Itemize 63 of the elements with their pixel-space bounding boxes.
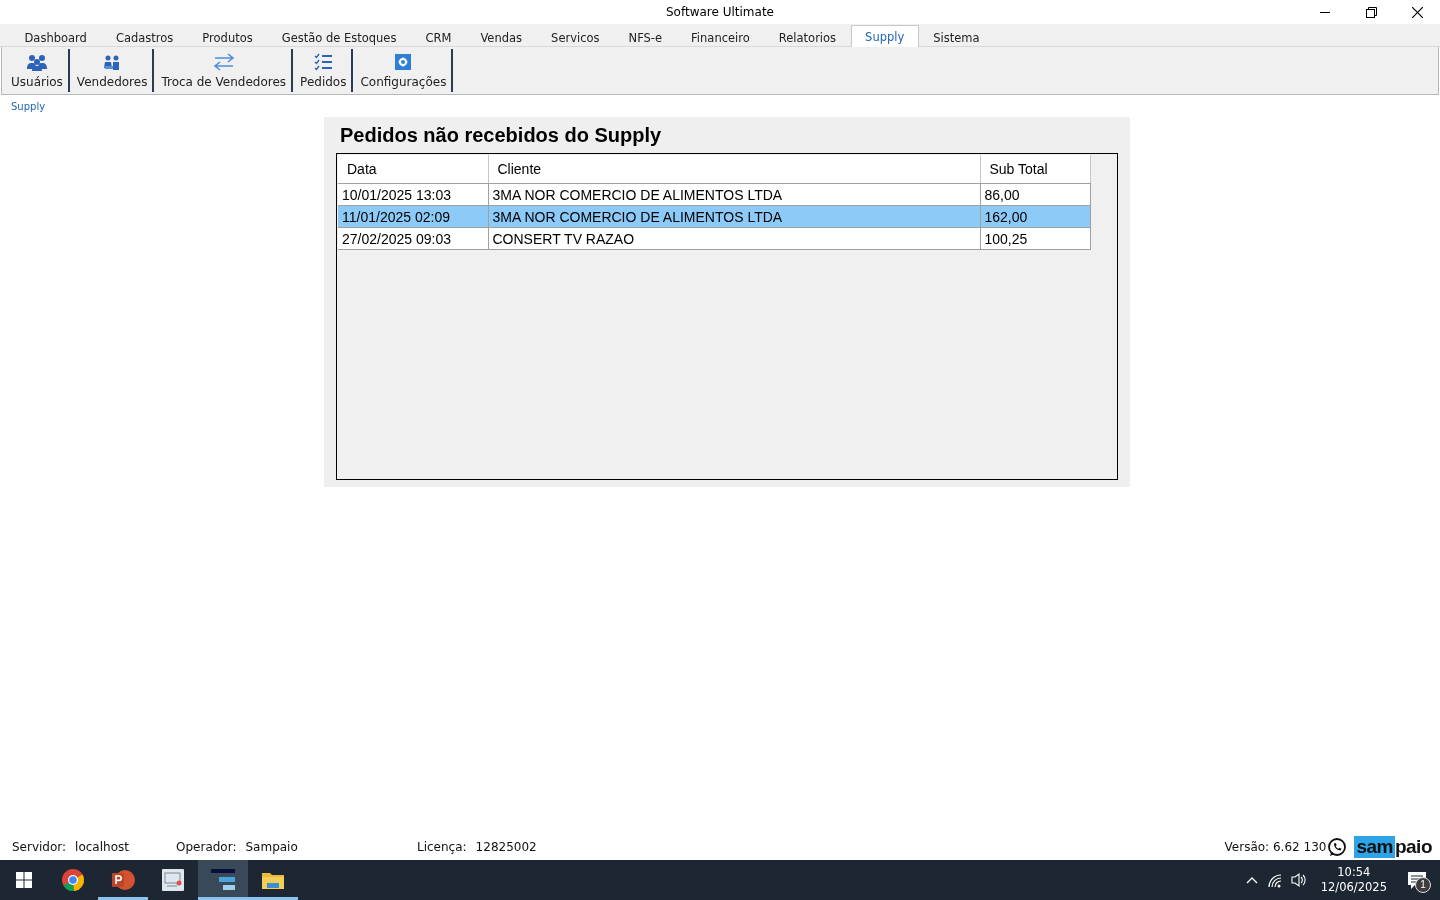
toolbar-button[interactable]: Troca de Vendedores [156, 49, 294, 92]
status-value: Sampaio [245, 840, 298, 854]
column-header[interactable]: Sub Total [980, 155, 1090, 184]
windows-icon [16, 872, 32, 888]
status-label: Licença: [417, 840, 467, 854]
toolbar-button[interactable]: Usuários [6, 49, 70, 92]
table-cell: 86,00 [980, 183, 1090, 206]
clock-time[interactable]: 10:54 [1337, 865, 1371, 880]
window-title: Software Ultimate [666, 5, 774, 19]
table-cell: 11/01/2025 02:09 [338, 205, 488, 228]
tab[interactable]: NFS-e [614, 27, 677, 47]
table-row[interactable]: 27/02/2025 09:03 CONSERT TV RAZAO 100,25 [338, 227, 1090, 250]
browser-icon [61, 868, 85, 892]
brand-logo: sampaio [1354, 836, 1432, 858]
table-cell: 10/01/2025 13:03 [338, 183, 488, 206]
speaker-icon [1290, 872, 1306, 888]
column-header[interactable]: Data [338, 155, 488, 184]
chevron-up-icon [1245, 876, 1258, 884]
column-header[interactable]: Cliente [488, 155, 980, 184]
table-cell: 100,25 [980, 227, 1090, 250]
table-row[interactable]: 10/01/2025 13:03 3MA NOR COMERCIO DE ALIMENTOS LTDA 86,00 [338, 183, 1090, 206]
swap-arrows-icon [212, 52, 235, 71]
tab[interactable]: Dashboard [10, 27, 102, 47]
table-cell: CONSERT TV RAZAO [488, 227, 980, 250]
taskbar-button[interactable] [198, 860, 248, 900]
close-icon [1411, 6, 1423, 18]
notification-button[interactable]: 1 [1402, 865, 1432, 895]
tab[interactable]: Gestão de Estoques [267, 27, 411, 47]
presentation-icon [111, 868, 135, 892]
wifi-icon [1266, 872, 1282, 888]
table-cell: 3MA NOR COMERCIO DE ALIMENTOS LTDA [488, 205, 980, 228]
tab[interactable]: Vendas [465, 27, 537, 47]
clock-date[interactable]: 12/06/2025 [1320, 880, 1387, 895]
checklist-icon [313, 53, 333, 71]
stacked-bars-icon [211, 868, 235, 892]
status-value: 12825002 [475, 840, 537, 854]
settings-icon [394, 53, 413, 71]
version-text: Versão: 6.62 130 [1224, 840, 1327, 854]
tab[interactable]: CRM [410, 27, 466, 47]
status-value: localhost [75, 840, 129, 854]
status-label: Servidor: [12, 840, 67, 854]
person-pair-icon [103, 54, 122, 71]
toolbar-button[interactable]: Vendedores [71, 49, 155, 92]
table-cell: 27/02/2025 09:03 [338, 227, 488, 250]
toolbar-button[interactable]: Configurações [355, 49, 454, 92]
table-row[interactable]: 11/01/2025 02:09 3MA NOR COMERCIO DE ALIMENTOS LTDA 162,00 [338, 205, 1090, 228]
table-cell: 3MA NOR COMERCIO DE ALIMENTOS LTDA [488, 183, 980, 206]
chat-bubble-icon [1327, 837, 1348, 857]
tab[interactable]: Financeiro [676, 27, 765, 47]
breadcrumb-link[interactable]: Supply [11, 101, 46, 112]
people-icon [25, 53, 48, 71]
monitor-icon [161, 868, 185, 892]
tab[interactable]: Produtos [187, 27, 268, 47]
tab[interactable]: Sistema [918, 27, 995, 47]
tab[interactable]: Relatorios [764, 27, 851, 47]
status-label: Operador: [176, 840, 237, 854]
tab[interactable]: Supply [850, 25, 919, 47]
notification-count: 1 [1415, 877, 1431, 893]
restore-icon [1365, 6, 1377, 18]
tab[interactable]: Cadastros [101, 27, 188, 47]
panel-title: Pedidos não recebidos do Supply [340, 124, 663, 147]
toolbar-button[interactable]: Pedidos [295, 49, 354, 92]
tab[interactable]: Servicos [536, 27, 615, 47]
